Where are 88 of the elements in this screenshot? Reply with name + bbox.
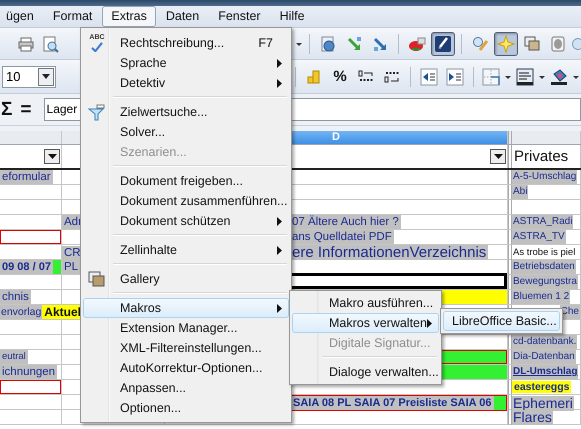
menu-item[interactable]: LibreOffice Basic...: [443, 311, 560, 331]
increase-indent-icon[interactable]: [446, 68, 464, 86]
menu-item[interactable]: Gallery: [83, 269, 289, 289]
menu-item[interactable]: Dokument schützen: [83, 211, 289, 231]
sort-ascending-icon[interactable]: [345, 34, 363, 52]
star-icon: [497, 34, 515, 52]
percent-format-button[interactable]: %: [327, 64, 353, 88]
cell-text: eformular: [0, 170, 53, 184]
submenu-arrow-icon: [277, 246, 282, 254]
menu-item[interactable]: Zellinhalte: [83, 240, 289, 260]
menu-item[interactable]: AutoKorrektur-Optionen...: [83, 358, 289, 378]
cell-text: Aktuel: [42, 305, 83, 319]
submenu-arrow-icon: [277, 78, 282, 88]
filter-dropdown-button[interactable]: [490, 149, 506, 164]
sum-symbol[interactable]: Σ: [1, 98, 12, 120]
cell-text: chnis: [0, 290, 31, 304]
print-preview-icon[interactable]: [41, 34, 59, 52]
cell-text: ichnungen: [0, 365, 58, 379]
menu-item[interactable]: Detektiv: [83, 73, 289, 93]
cell-text: 07 Ältere Auch hier ?: [290, 215, 401, 229]
menu-bar-item[interactable]: Fenster: [209, 6, 270, 27]
menu-item[interactable]: Anpassen...: [83, 378, 289, 398]
cell-text: ASTRA_Radi: [512, 215, 574, 229]
menu-bar-item[interactable]: ügen: [0, 6, 43, 27]
equals-symbol[interactable]: =: [20, 98, 32, 120]
cell-text: eastereggs: [512, 381, 572, 393]
menu-item[interactable]: Makros: [83, 298, 289, 318]
bordered-cell: [0, 230, 61, 244]
magnifier-pencil-icon[interactable]: [471, 34, 489, 52]
menu-bar-item[interactable]: Daten: [156, 6, 208, 27]
menu-item[interactable]: Extension Manager...: [83, 318, 289, 338]
cell-text: Privates: [513, 148, 568, 165]
borders-icon[interactable]: [482, 68, 500, 86]
submenu-arrow-icon: [277, 304, 282, 312]
font-size-field[interactable]: 10: [2, 66, 56, 88]
menu-item[interactable]: Dokument zusammenführen...: [83, 191, 289, 211]
menu-item[interactable]: Makro ausführen...: [292, 293, 439, 313]
cell-text: PL: [62, 260, 80, 274]
brush-button[interactable]: [431, 32, 455, 56]
images-icon[interactable]: [523, 34, 541, 52]
cell-text: eutral: [0, 350, 28, 364]
caret-icon: [494, 154, 502, 159]
cell-text: Bluemen 1 2: [512, 290, 570, 304]
cell-text: Flares: [512, 410, 553, 425]
brush-icon: [434, 34, 452, 52]
filter-dropdown-button[interactable]: [44, 149, 60, 164]
chart-icon[interactable]: [408, 34, 426, 52]
cell-text: Ephemeri: [512, 396, 574, 410]
line-style-icon[interactable]: [516, 68, 534, 86]
menu-item[interactable]: Dokument freigeben...: [83, 171, 289, 191]
decrease-indent-icon[interactable]: [420, 68, 438, 86]
cell-text: 09 08 / 07: [0, 260, 53, 274]
cell-text: Abi: [512, 185, 528, 199]
cell-text: Betriebsdaten: [512, 260, 576, 274]
menu-bar-item[interactable]: Format: [44, 6, 102, 27]
funnel-icon: [88, 104, 106, 122]
menu-bar-item[interactable]: Hilfe: [270, 6, 314, 27]
cylinder-icon[interactable]: [549, 34, 567, 52]
dropdown-button[interactable]: [38, 68, 54, 86]
caret-icon: [48, 154, 56, 159]
paint-bucket-icon[interactable]: [550, 68, 568, 86]
star-button[interactable]: [494, 32, 518, 56]
cell-text: As trobe is piel: [512, 247, 576, 258]
submenu-arrow-icon: [277, 58, 282, 68]
submenu-arrow-icon: [427, 318, 432, 328]
cell-text: SAIA 08 PL SAIA 07 Preisliste SAIA 06: [291, 396, 494, 410]
caret-icon: [42, 74, 50, 79]
cell-link[interactable]: DL-Umschlag: [512, 365, 578, 379]
printer-icon[interactable]: [17, 34, 35, 52]
menu-item[interactable]: Sprache: [83, 53, 289, 73]
cell-text: cd-datenbank.: [512, 335, 578, 349]
menu-bar-item[interactable]: Extras: [102, 6, 156, 27]
cell-text: ASTRA_TV: [512, 230, 566, 244]
cell-text: ere InformationenVerzeichnis: [290, 245, 488, 260]
menu-item[interactable]: Makros verwalten: [292, 313, 439, 333]
cell-text: Dia-Datenban: [512, 350, 576, 364]
menu-item[interactable]: Optionen...: [83, 398, 289, 418]
gallery-icon: [88, 271, 106, 289]
bordered-cell: [0, 380, 61, 394]
menu-item[interactable]: Zielwertsuche...: [83, 102, 289, 122]
cell-text: Bewegungstra: [512, 275, 578, 289]
submenu-arrow-icon: [277, 216, 282, 226]
cell-text: envorlag: [0, 305, 42, 319]
cell-text: A-5-Umschlag: [512, 170, 578, 184]
menu-item[interactable]: Dialoge verwalten...: [292, 362, 439, 382]
cell-text: ans Quelldatei PDF: [290, 230, 394, 244]
menu-item[interactable]: XML-Filtereinstellungen...: [83, 338, 289, 358]
document-globe-icon[interactable]: [319, 34, 337, 52]
